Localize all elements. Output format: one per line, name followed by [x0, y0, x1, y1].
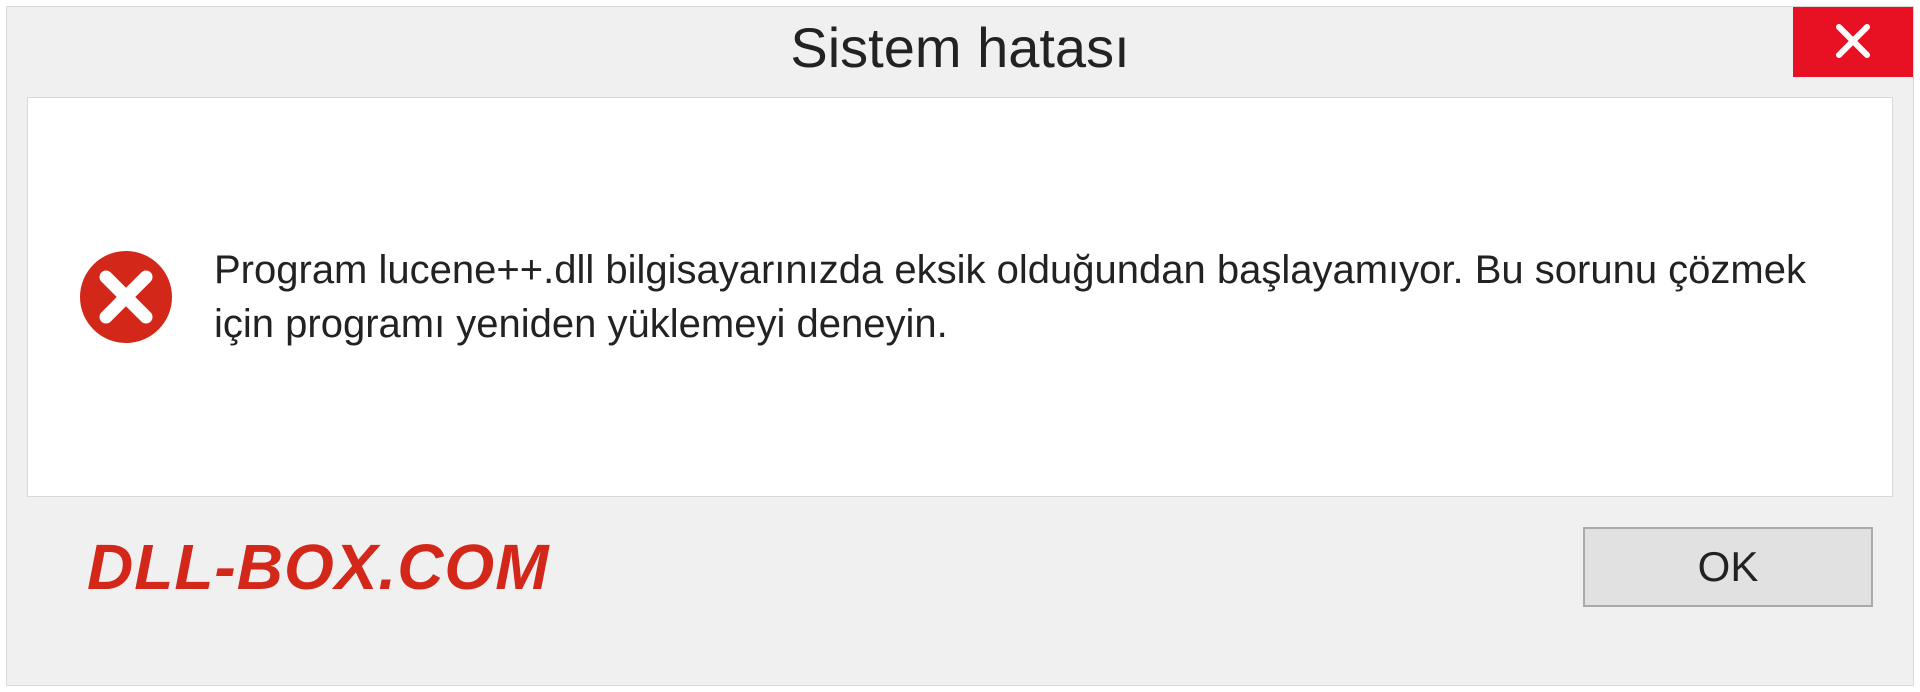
error-message: Program lucene++.dll bilgisayarınızda ek… [214, 243, 1842, 351]
dialog-title: Sistem hatası [790, 15, 1129, 80]
watermark-text: DLL-BOX.COM [87, 530, 550, 604]
close-icon [1833, 21, 1873, 64]
error-icon [78, 249, 174, 345]
close-button[interactable] [1793, 7, 1913, 77]
titlebar: Sistem hatası [7, 7, 1913, 97]
dialog-footer: DLL-BOX.COM OK [7, 497, 1913, 607]
error-dialog: Sistem hatası Program lucene++.dll bilgi… [6, 6, 1914, 686]
ok-button[interactable]: OK [1583, 527, 1873, 607]
content-panel: Program lucene++.dll bilgisayarınızda ek… [27, 97, 1893, 497]
